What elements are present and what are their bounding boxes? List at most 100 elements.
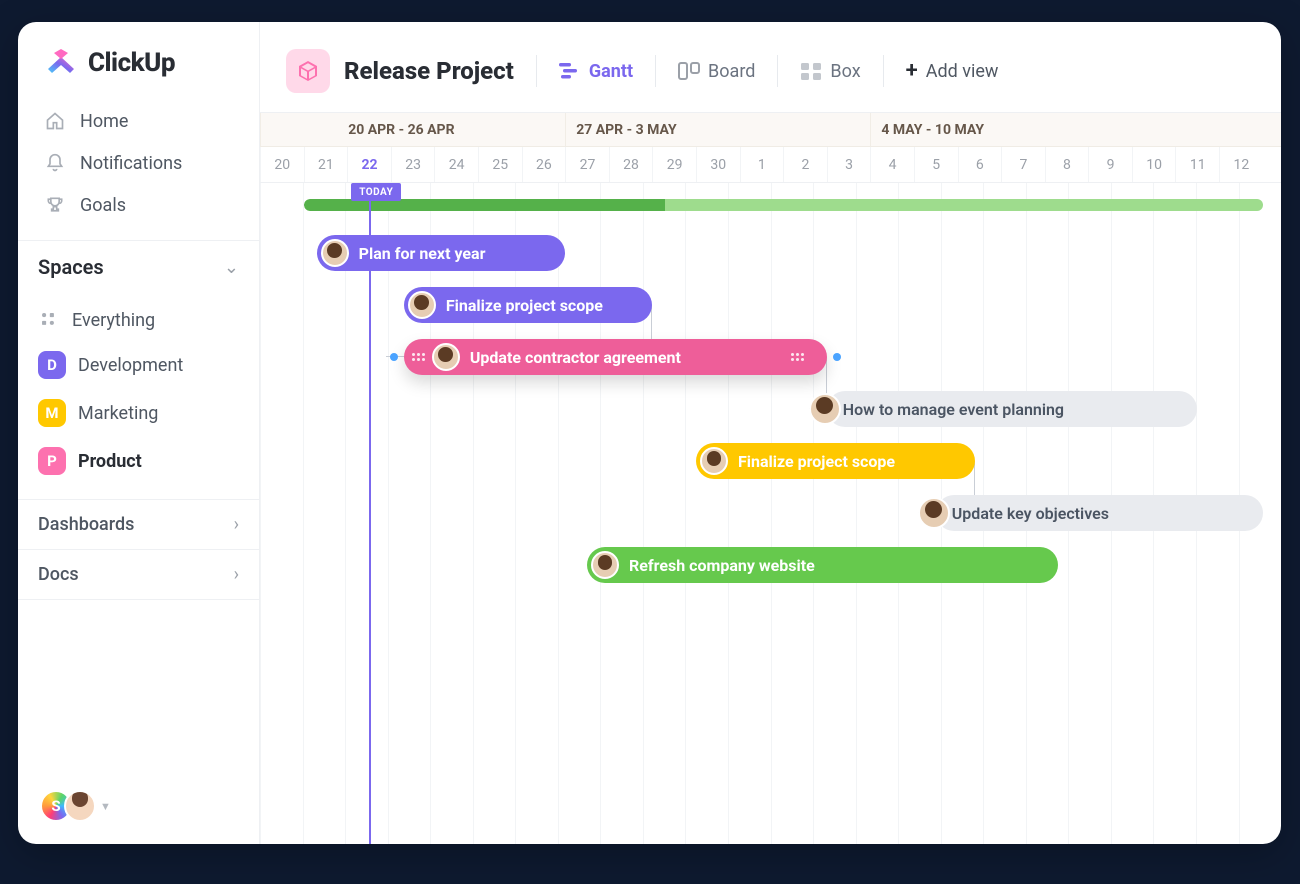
task-label: How to manage event planning: [843, 400, 1064, 419]
sidebar: ClickUp Home Notifications Goals: [18, 22, 260, 844]
task-label: Finalize project scope: [738, 452, 895, 471]
day-row: 2021222324252627282930123456789101112: [260, 147, 1281, 183]
add-view-button[interactable]: + Add view: [906, 60, 999, 82]
assignee-avatar: [408, 291, 436, 319]
week-0: 20 APR - 26 APR: [260, 113, 565, 146]
space-badge-m: M: [38, 399, 66, 427]
dashboards-label: Dashboards: [38, 514, 134, 535]
day-cell: 11: [1175, 147, 1219, 182]
week-row: 20 APR - 26 APR 27 APR - 3 MAY 4 MAY - 1…: [260, 113, 1281, 147]
day-cell: 8: [1045, 147, 1089, 182]
plus-icon: +: [906, 60, 918, 82]
divider: [883, 55, 884, 87]
space-everything[interactable]: Everything: [32, 299, 245, 341]
nav-notifications-label: Notifications: [80, 153, 182, 174]
clickup-logo-icon: [44, 49, 78, 77]
view-tab-box[interactable]: Box: [800, 61, 860, 82]
space-badge-p: P: [38, 447, 66, 475]
day-cell: 10: [1132, 147, 1176, 182]
day-cell: 21: [304, 147, 348, 182]
space-everything-label: Everything: [72, 310, 155, 331]
space-badge-d: D: [38, 351, 66, 379]
dashboards-section[interactable]: Dashboards ›: [18, 499, 259, 549]
project-chip[interactable]: Release Project: [286, 49, 514, 93]
day-cell: 4: [870, 147, 914, 182]
box-icon: [800, 62, 822, 80]
user-avatar-photo: [64, 790, 96, 822]
nav-home[interactable]: Home: [32, 100, 249, 142]
task-bar[interactable]: How to manage event planning: [827, 391, 1198, 427]
week-1: 27 APR - 3 MAY: [565, 113, 870, 146]
assignee-avatar: [591, 551, 619, 579]
day-cell: 5: [914, 147, 958, 182]
board-label: Board: [708, 61, 755, 82]
cube-icon: [286, 49, 330, 93]
timeline-header: 20 APR - 26 APR 27 APR - 3 MAY 4 MAY - 1…: [260, 112, 1281, 183]
day-cell: 6: [958, 147, 1002, 182]
day-cell: 2: [783, 147, 827, 182]
day-cell: 26: [522, 147, 566, 182]
task-bar[interactable]: Update key objectives: [936, 495, 1263, 531]
main-panel: Release Project Gantt Board: [260, 22, 1281, 844]
space-marketing[interactable]: M Marketing: [32, 389, 245, 437]
spaces-header[interactable]: Spaces ⌄: [18, 240, 259, 293]
day-cell: 1: [740, 147, 784, 182]
task-label: Refresh company website: [629, 556, 815, 575]
day-cell: 23: [391, 147, 435, 182]
grid-icon: [38, 309, 60, 331]
day-cell: 29: [652, 147, 696, 182]
task-label: Update contractor agreement: [470, 348, 681, 367]
day-cell: 9: [1088, 147, 1132, 182]
box-label: Box: [830, 61, 860, 82]
today-badge: TODAY: [351, 183, 401, 201]
docs-label: Docs: [38, 564, 79, 585]
user-menu[interactable]: S ▼: [18, 768, 259, 844]
day-cell: 28: [609, 147, 653, 182]
progress-remaining: [665, 199, 1262, 211]
assignee-avatar: [432, 343, 460, 371]
bell-icon: [44, 152, 66, 174]
space-marketing-label: Marketing: [78, 403, 158, 424]
task-bar[interactable]: Finalize project scope: [696, 443, 975, 479]
day-cell: 30: [696, 147, 740, 182]
space-development[interactable]: D Development: [32, 341, 245, 389]
task-bar[interactable]: Refresh company website: [587, 547, 1058, 583]
task-label: Plan for next year: [359, 244, 486, 263]
day-cell: 3: [827, 147, 871, 182]
logo[interactable]: ClickUp: [18, 22, 259, 96]
gantt-label: Gantt: [589, 61, 633, 82]
day-cell: 22: [347, 147, 391, 182]
dependency-handle[interactable]: [833, 353, 841, 361]
week-2: 4 MAY - 10 MAY: [870, 113, 1262, 146]
day-cell: 7: [1001, 147, 1045, 182]
gantt-canvas[interactable]: Plan for next year Finalize project scope…: [260, 183, 1281, 844]
avatar-stack: S: [40, 790, 96, 822]
nav-home-label: Home: [80, 111, 128, 132]
docs-section[interactable]: Docs ›: [18, 549, 259, 600]
task-bar[interactable]: Finalize project scope: [404, 287, 653, 323]
chevron-right-icon: ›: [234, 564, 239, 585]
app-window: ClickUp Home Notifications Goals: [18, 22, 1281, 844]
topbar: Release Project Gantt Board: [260, 22, 1281, 112]
view-tab-board[interactable]: Board: [678, 61, 755, 82]
divider: [536, 55, 537, 87]
assignee-avatar: [809, 393, 841, 425]
task-bar[interactable]: Plan for next year: [317, 235, 566, 271]
view-tab-gantt[interactable]: Gantt: [559, 61, 633, 82]
task-bar[interactable]: Update contractor agreement: [404, 339, 827, 375]
space-dev-label: Development: [78, 355, 183, 376]
day-cell: 20: [260, 147, 304, 182]
nav-goals[interactable]: Goals: [32, 184, 249, 226]
spaces-list: Everything D Development M Marketing P P…: [18, 293, 259, 499]
assignee-avatar: [321, 239, 349, 267]
divider: [655, 55, 656, 87]
add-view-label: Add view: [926, 61, 999, 82]
nav-notifications[interactable]: Notifications: [32, 142, 249, 184]
task-label: Finalize project scope: [446, 296, 603, 315]
dependency-handle[interactable]: [390, 353, 398, 361]
app-name: ClickUp: [88, 48, 175, 78]
assignee-avatar: [918, 497, 950, 529]
caret-down-icon: ▼: [100, 800, 111, 813]
trophy-icon: [44, 194, 66, 216]
space-product[interactable]: P Product: [32, 437, 245, 485]
